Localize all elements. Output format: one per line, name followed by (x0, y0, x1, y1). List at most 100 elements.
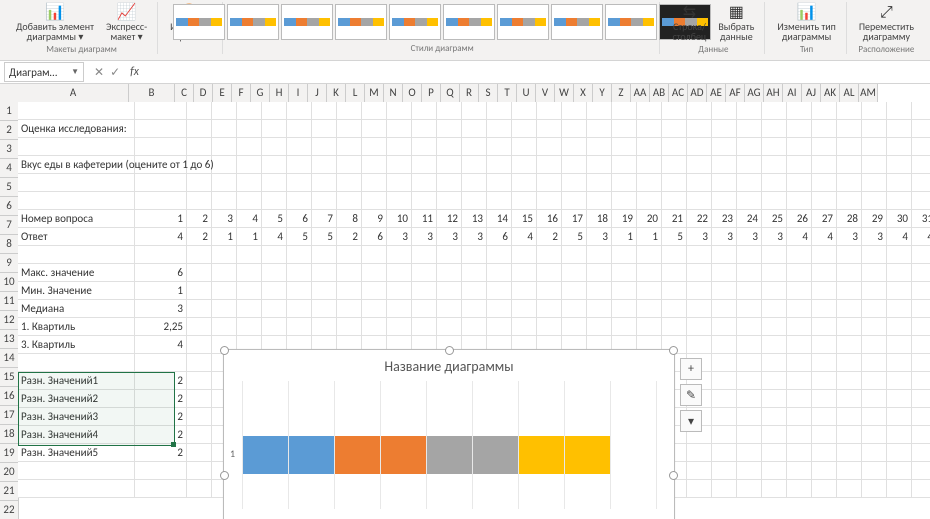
cell[interactable] (462, 192, 487, 210)
cell[interactable]: 4 (912, 228, 930, 246)
column-header[interactable]: AE (707, 84, 726, 102)
column-header[interactable]: AC (669, 84, 688, 102)
row-header[interactable]: 14 (0, 349, 18, 368)
cell[interactable] (712, 102, 737, 120)
cell[interactable] (787, 264, 812, 282)
cell[interactable] (387, 102, 412, 120)
row-header[interactable]: 1 (0, 102, 18, 121)
cell[interactable] (762, 156, 787, 174)
cell[interactable] (712, 426, 737, 444)
cell[interactable] (662, 192, 687, 210)
cell[interactable]: 22 (687, 210, 712, 228)
cell[interactable] (887, 354, 912, 372)
cell[interactable] (712, 480, 737, 498)
cell[interactable] (812, 156, 837, 174)
cell[interactable] (562, 102, 587, 120)
cell[interactable] (212, 318, 237, 336)
cell[interactable] (262, 120, 287, 138)
cell[interactable] (212, 102, 237, 120)
chart-elements-button[interactable]: + (680, 358, 702, 380)
cell[interactable] (837, 372, 862, 390)
cell[interactable]: 3 (462, 228, 487, 246)
cell[interactable] (412, 120, 437, 138)
cell[interactable] (762, 480, 787, 498)
cell[interactable] (262, 264, 287, 282)
cell[interactable] (812, 390, 837, 408)
cell[interactable] (287, 246, 312, 264)
cell[interactable]: Номер вопроса (18, 210, 135, 228)
row-header[interactable]: 2 (0, 121, 18, 140)
cell[interactable] (812, 444, 837, 462)
cell[interactable]: 3 (837, 228, 862, 246)
column-header[interactable]: T (498, 84, 517, 102)
cell[interactable] (837, 264, 862, 282)
cell[interactable] (862, 336, 887, 354)
cell[interactable] (862, 264, 887, 282)
cell[interactable] (612, 138, 637, 156)
cell[interactable]: 1 (237, 228, 262, 246)
cell[interactable] (387, 300, 412, 318)
column-header[interactable]: AH (764, 84, 783, 102)
cell[interactable] (337, 156, 362, 174)
cell[interactable] (262, 318, 287, 336)
column-header[interactable]: L (346, 84, 365, 102)
cell[interactable] (787, 444, 812, 462)
cell[interactable] (612, 174, 637, 192)
cell[interactable] (887, 372, 912, 390)
cell[interactable] (837, 102, 862, 120)
column-header[interactable]: Y (593, 84, 612, 102)
style-thumb[interactable] (335, 4, 387, 40)
enter-formula-button[interactable]: ✓ (110, 65, 120, 80)
cell[interactable] (387, 156, 412, 174)
cell[interactable] (512, 138, 537, 156)
cell[interactable]: 3 (437, 228, 462, 246)
cell[interactable]: Разн. Значений1 (18, 372, 135, 390)
cell[interactable] (862, 156, 887, 174)
cell[interactable] (812, 408, 837, 426)
cell[interactable] (612, 102, 637, 120)
cell[interactable] (737, 156, 762, 174)
cell[interactable] (135, 354, 187, 372)
cell[interactable]: 2 (135, 372, 187, 390)
cell[interactable]: 11 (412, 210, 437, 228)
cell[interactable] (562, 174, 587, 192)
cell[interactable] (462, 156, 487, 174)
cell[interactable] (637, 120, 662, 138)
cell[interactable] (187, 372, 212, 390)
cell[interactable]: 3 (212, 210, 237, 228)
cell[interactable] (687, 462, 712, 480)
cell[interactable]: 3 (135, 300, 187, 318)
cell[interactable] (237, 246, 262, 264)
cell[interactable]: Разн. Значений2 (18, 390, 135, 408)
cell[interactable] (662, 300, 687, 318)
cell[interactable] (737, 372, 762, 390)
cell[interactable] (387, 120, 412, 138)
cell[interactable] (487, 318, 512, 336)
cell[interactable] (887, 282, 912, 300)
cell[interactable] (562, 246, 587, 264)
cell[interactable] (512, 120, 537, 138)
cell[interactable] (787, 408, 812, 426)
cell[interactable] (18, 192, 135, 210)
cell[interactable] (662, 318, 687, 336)
column-header[interactable]: H (270, 84, 289, 102)
cell[interactable] (237, 192, 262, 210)
cell[interactable]: 25 (762, 210, 787, 228)
cell[interactable] (412, 300, 437, 318)
chevron-down-icon[interactable]: ▼ (71, 67, 79, 77)
column-header[interactable]: A (18, 84, 129, 102)
cell[interactable] (237, 264, 262, 282)
cell[interactable] (912, 318, 930, 336)
cell[interactable] (537, 282, 562, 300)
cell[interactable] (462, 102, 487, 120)
cell[interactable] (712, 318, 737, 336)
row-header[interactable]: 18 (0, 425, 18, 444)
cell[interactable] (787, 282, 812, 300)
cell[interactable] (562, 264, 587, 282)
cell[interactable] (712, 174, 737, 192)
cell[interactable] (437, 246, 462, 264)
cell[interactable] (662, 174, 687, 192)
cell[interactable]: 6 (287, 210, 312, 228)
cell[interactable]: 4 (262, 228, 287, 246)
cell[interactable] (537, 246, 562, 264)
